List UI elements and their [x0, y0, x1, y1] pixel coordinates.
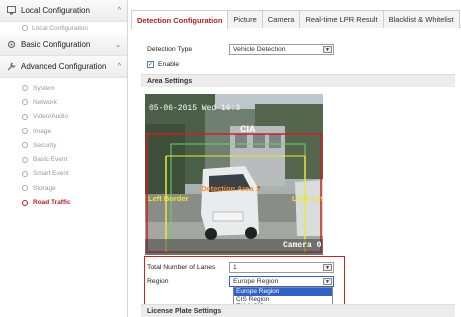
sidebar-item-basic-event[interactable]: Basic Event — [0, 152, 127, 166]
sidebar-item-security[interactable]: Security — [0, 138, 127, 152]
chevron-down-icon[interactable]: ⌄ — [115, 41, 121, 49]
region-value: Europe Region — [233, 278, 279, 285]
lanes-value: 1 — [233, 264, 237, 271]
area-settings-title: Area Settings — [147, 77, 193, 85]
license-plate-settings-header: License Plate Settings — [141, 304, 455, 317]
lanes-select[interactable]: 1 ▼ — [229, 262, 334, 273]
chevron-up-icon[interactable]: ^ — [118, 7, 121, 14]
monitor-icon — [6, 6, 16, 16]
gear-icon — [22, 85, 28, 92]
gear-icon — [22, 99, 28, 106]
region-select[interactable]: Europe Region ▼ — [229, 276, 334, 287]
gear-icon — [22, 199, 28, 206]
sidebar-item-label: Security — [33, 141, 57, 149]
dropdown-arrow-icon: ▼ — [323, 278, 332, 285]
sidebar-item-label: Road Traffic — [33, 199, 71, 207]
dropdown-arrow-icon: ▼ — [323, 46, 332, 53]
gear-icon — [22, 142, 28, 149]
enable-label: Enable — [158, 61, 180, 68]
tab-bar: Detection Configuration Picture Camera Real… — [131, 10, 461, 29]
sidebar-sub-label: Local Configuration — [32, 24, 89, 32]
sidebar-item-image[interactable]: Image — [0, 124, 127, 138]
tab-detection-configuration[interactable]: Detection Configuration — [131, 10, 229, 29]
sidebar-item-label: Basic Event — [33, 156, 68, 164]
video-preview[interactable]: 05-06-2015 Wed 16:3 CIA Detection Area 1… — [145, 94, 323, 255]
tab-blacklist-whitelist[interactable]: Blacklist & Whitelist — [382, 10, 460, 28]
lane-line-label: Lane Line1 — [292, 194, 323, 203]
sidebar-basic-configuration[interactable]: Basic Configuration ⌄ — [0, 34, 127, 56]
sidebar-item-road-traffic[interactable]: Road Traffic — [0, 195, 127, 209]
tab-picture[interactable]: Picture — [227, 10, 263, 28]
region-option[interactable]: CIS Region — [234, 296, 332, 304]
sidebar-item-label: Network — [33, 98, 57, 106]
sidebar: Local Configuration ^ Local Configuratio… — [0, 0, 128, 317]
sidebar-item-local-configuration[interactable]: Local Configuration — [0, 22, 127, 34]
sidebar-local-configuration[interactable]: Local Configuration ^ — [0, 0, 127, 22]
gear-icon — [22, 156, 28, 163]
gear-icon — [22, 25, 28, 31]
gear-icon — [22, 113, 28, 120]
sidebar-item-label: Video/Audio — [33, 113, 68, 121]
video-timestamp: 05-06-2015 Wed 16:3 — [149, 104, 240, 113]
sidebar-item-network[interactable]: Network — [0, 95, 127, 109]
sidebar-local-label: Local Configuration — [21, 6, 90, 15]
plate-fragment: CIA — [240, 124, 256, 134]
gear-icon — [22, 185, 28, 192]
sidebar-basic-label: Basic Configuration — [21, 40, 91, 49]
dropdown-arrow-icon: ▼ — [323, 264, 332, 271]
sidebar-item-smart-event[interactable]: Smart Event — [0, 167, 127, 181]
sidebar-item-storage[interactable]: Storage — [0, 181, 127, 195]
camera-label: Camera 0 — [283, 241, 322, 250]
enable-checkbox[interactable]: ✓ — [147, 61, 154, 68]
sidebar-item-label: Storage — [33, 184, 56, 192]
region-option[interactable]: Europe Region — [234, 288, 332, 296]
left-border-label: Left Border — [148, 194, 189, 203]
wrench-icon — [6, 62, 16, 72]
sidebar-item-label: Smart Event — [33, 170, 69, 178]
detection-type-select[interactable]: Vehicle Detection ▼ — [229, 44, 334, 55]
detection-type-label: Detection Type — [147, 46, 193, 53]
sidebar-item-system[interactable]: System — [0, 81, 127, 95]
area-settings-header: Area Settings — [141, 74, 455, 87]
sidebar-advanced-label: Advanced Configuration — [21, 62, 107, 71]
detection-area-label: Detection Area 1 — [201, 184, 260, 193]
lanes-label: Total Number of Lanes — [147, 264, 216, 271]
chevron-up-icon[interactable]: ^ — [118, 63, 121, 70]
sidebar-item-video-audio[interactable]: Video/Audio — [0, 110, 127, 124]
sidebar-advanced-configuration[interactable]: Advanced Configuration ^ — [0, 56, 127, 78]
gear-icon — [22, 128, 28, 135]
gear-icon — [6, 40, 16, 50]
enable-row: ✓ Enable — [147, 61, 179, 68]
sidebar-item-label: Image — [33, 127, 52, 135]
region-label: Region — [147, 278, 169, 285]
tab-real-time-lpr-result[interactable]: Real-time LPR Result — [299, 10, 384, 28]
sidebar-item-label: System — [33, 84, 55, 92]
tab-camera[interactable]: Camera — [261, 10, 301, 28]
license-plate-settings-title: License Plate Settings — [147, 307, 222, 315]
detection-type-value: Vehicle Detection — [233, 46, 286, 53]
gear-icon — [22, 170, 28, 177]
